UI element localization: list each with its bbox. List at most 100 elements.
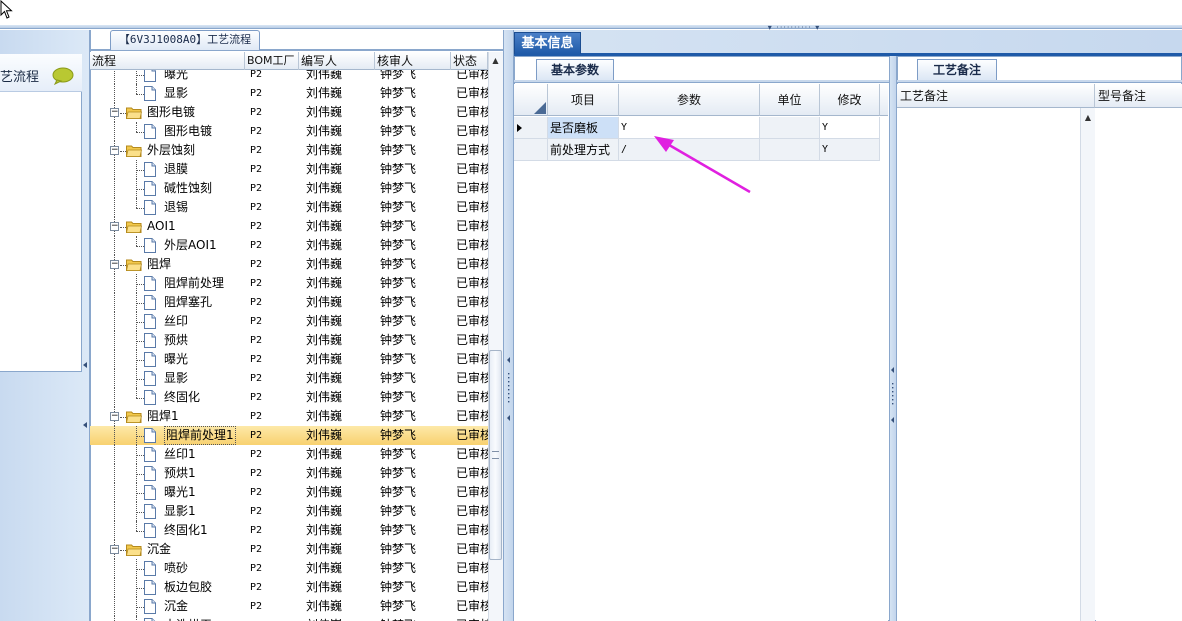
status-cell[interactable]: 已审核 [456,236,488,255]
reviewer-cell[interactable]: 钟梦飞 [380,331,450,350]
bom-factory-cell[interactable]: P2 [250,521,300,540]
tree-row[interactable]: 阻焊前处理 P2 刘伟巍 钟梦飞 已审核 [90,274,488,293]
bom-factory-cell[interactable]: P2 [250,502,300,521]
status-cell[interactable]: 已审核 [456,217,488,236]
bom-factory-cell[interactable]: P2 [250,578,300,597]
tree-row[interactable]: − 图形电镀 P2 刘伟巍 钟梦飞 已审核 [90,103,488,122]
tree-row[interactable]: 退锡 P2 刘伟巍 钟梦飞 已审核 [90,198,488,217]
tab-basic-info[interactable]: 基本信息 [514,32,581,54]
col-header-process[interactable]: 流程 [90,52,245,70]
bom-factory-cell[interactable]: P2 [250,350,300,369]
writer-cell[interactable]: 刘伟巍 [306,502,372,521]
col-header-writer[interactable]: 编写人 [299,52,375,70]
writer-cell[interactable]: 刘伟巍 [306,483,372,502]
writer-cell[interactable]: 刘伟巍 [306,236,372,255]
tree-row[interactable]: 显影 P2 刘伟巍 钟梦飞 已审核 [90,84,488,103]
tree-row[interactable]: 阻焊前处理1 P2 刘伟巍 钟梦飞 已审核 [90,426,488,445]
status-cell[interactable]: 已审核 [456,540,488,559]
tree-node-label[interactable]: 水洗烘干 [164,616,212,621]
collapse-toggle-icon[interactable]: − [110,222,119,231]
writer-cell[interactable]: 刘伟巍 [306,559,372,578]
writer-cell[interactable]: 刘伟巍 [306,426,372,445]
reviewer-cell[interactable]: 钟梦飞 [380,122,450,141]
bom-factory-cell[interactable]: P2 [250,84,300,103]
writer-cell[interactable]: 刘伟巍 [306,464,372,483]
reviewer-cell[interactable]: 钟梦飞 [380,179,450,198]
status-cell[interactable]: 已审核 [456,179,488,198]
reviewer-cell[interactable]: 钟梦飞 [380,445,450,464]
writer-cell[interactable]: 刘伟巍 [306,293,372,312]
writer-cell[interactable]: 刘伟巍 [306,255,372,274]
tree-node-label[interactable]: 显影1 [164,502,196,521]
reviewer-cell[interactable]: 钟梦飞 [380,293,450,312]
reviewer-cell[interactable]: 钟梦飞 [380,578,450,597]
reviewer-cell[interactable]: 钟梦飞 [380,521,450,540]
tree-row[interactable]: 曝光 P2 刘伟巍 钟梦飞 已审核 [90,350,488,369]
bom-factory-cell[interactable]: P2 [250,331,300,350]
notes-col-model[interactable]: 型号备注 [1095,84,1182,108]
params-notes-splitter[interactable] [889,56,897,621]
params-col-modify[interactable]: 修改 [820,84,880,116]
tree-row[interactable]: − 外层蚀刻 P2 刘伟巍 钟梦飞 已审核 [90,141,488,160]
tree-row[interactable]: 退膜 P2 刘伟巍 钟梦飞 已审核 [90,160,488,179]
bom-factory-cell[interactable]: P2 [250,369,300,388]
col-header-reviewer[interactable]: 核审人 [375,52,451,70]
status-cell[interactable]: 已审核 [456,369,488,388]
param-item-name[interactable]: 是否磨板 [548,117,619,139]
tree-row[interactable]: 预烘1 P2 刘伟巍 钟梦飞 已审核 [90,464,488,483]
bom-factory-cell[interactable]: P2 [250,274,300,293]
tree-node-label[interactable]: 显影 [164,369,188,388]
status-cell[interactable]: 已审核 [456,464,488,483]
bom-factory-cell[interactable]: P2 [250,236,300,255]
param-unit[interactable] [760,139,820,161]
reviewer-cell[interactable]: 钟梦飞 [380,464,450,483]
tree-node-label[interactable]: 阻焊前处理1 [164,426,236,445]
status-cell[interactable]: 已审核 [456,445,488,464]
writer-cell[interactable]: 刘伟巍 [306,521,372,540]
tree-node-label[interactable]: 终固化1 [164,521,208,540]
tree-node-label[interactable]: 丝印 [164,312,188,331]
tree-row[interactable]: 显影 P2 刘伟巍 钟梦飞 已审核 [90,369,488,388]
writer-cell[interactable]: 刘伟巍 [306,179,372,198]
bom-factory-cell[interactable]: P2 [250,464,300,483]
tree-row[interactable]: 显影1 P2 刘伟巍 钟梦飞 已审核 [90,502,488,521]
tree-node-label[interactable]: 预烘 [164,331,188,350]
writer-cell[interactable]: 刘伟巍 [306,540,372,559]
tree-row[interactable]: 外层AOI1 P2 刘伟巍 钟梦飞 已审核 [90,236,488,255]
tree-row[interactable]: 丝印 P2 刘伟巍 钟梦飞 已审核 [90,312,488,331]
col-header-bom[interactable]: BOM工厂 [245,52,299,70]
tree-node-label[interactable]: 阻焊 [147,255,171,274]
bom-factory-cell[interactable]: P2 [250,616,300,621]
params-col-param[interactable]: 参数 [619,84,760,116]
tree-row[interactable]: − 阻焊 P2 刘伟巍 钟梦飞 已审核 [90,255,488,274]
notes-scrollbar[interactable]: ▲ [1080,108,1095,621]
tree-tab-title[interactable]: 【6V3J1008A0】工艺流程 [110,30,260,50]
bom-factory-cell[interactable]: P2 [250,597,300,616]
tree-row[interactable]: − 阻焊1 P2 刘伟巍 钟梦飞 已审核 [90,407,488,426]
param-modify[interactable]: Y [820,117,880,139]
top-splitter[interactable] [0,25,1182,29]
status-cell[interactable]: 已审核 [456,70,488,84]
params-col-unit[interactable]: 单位 [760,84,820,116]
reviewer-cell[interactable]: 钟梦飞 [380,502,450,521]
status-cell[interactable]: 已审核 [456,122,488,141]
writer-cell[interactable]: 刘伟巍 [306,616,372,621]
tree-node-label[interactable]: 外层蚀刻 [147,141,195,160]
tree-row[interactable]: 图形电镀 P2 刘伟巍 钟梦飞 已审核 [90,122,488,141]
bom-factory-cell[interactable]: P2 [250,141,300,160]
bom-factory-cell[interactable]: P2 [250,160,300,179]
tree-info-splitter[interactable] [503,30,514,621]
status-cell[interactable]: 已审核 [456,331,488,350]
param-modify[interactable]: Y [820,139,880,161]
reviewer-cell[interactable]: 钟梦飞 [380,559,450,578]
col-header-status[interactable]: 状态 [451,52,488,70]
bom-factory-cell[interactable]: P2 [250,103,300,122]
reviewer-cell[interactable]: 钟梦飞 [380,616,450,621]
bom-factory-cell[interactable]: P2 [250,540,300,559]
tree-row[interactable]: 丝印1 P2 刘伟巍 钟梦飞 已审核 [90,445,488,464]
writer-cell[interactable]: 刘伟巍 [306,141,372,160]
tree-node-label[interactable]: 退锡 [164,198,188,217]
writer-cell[interactable]: 刘伟巍 [306,331,372,350]
reviewer-cell[interactable]: 钟梦飞 [380,198,450,217]
tree-node-label[interactable]: 沉金 [147,540,171,559]
